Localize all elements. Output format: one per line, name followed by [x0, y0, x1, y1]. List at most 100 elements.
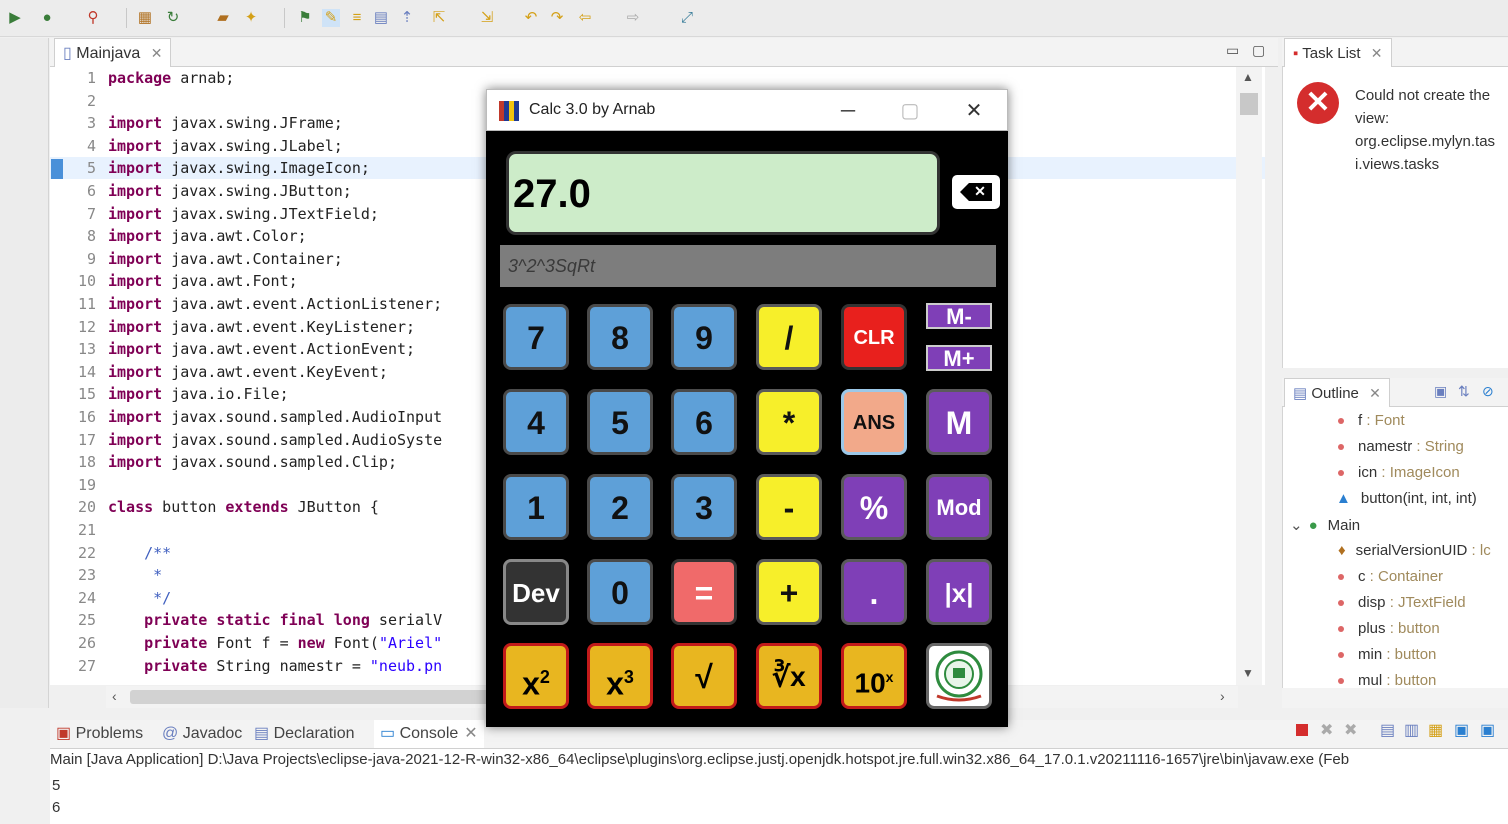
dev-button[interactable]: Dev: [503, 559, 569, 625]
outline-item[interactable]: mul : button: [1338, 672, 1436, 689]
run-icon[interactable]: ▶: [6, 9, 24, 27]
sqrt-button[interactable]: √: [671, 643, 737, 709]
maximize-icon[interactable]: ▢: [1252, 42, 1265, 59]
outline-item[interactable]: min : button: [1338, 646, 1436, 663]
equals-button[interactable]: =: [671, 559, 737, 625]
wand-icon[interactable]: ✦: [242, 9, 260, 27]
close-icon[interactable]: ✕: [464, 725, 477, 742]
key-4[interactable]: 4: [503, 389, 569, 455]
filter-icon[interactable]: ▤: [372, 9, 390, 27]
maximize-button[interactable]: ▢: [895, 96, 925, 126]
pin-icon[interactable]: ⚑: [296, 9, 314, 27]
nav-icon[interactable]: ⇡: [398, 9, 416, 27]
percent-button[interactable]: %: [841, 474, 907, 540]
scroll-thumb[interactable]: [130, 690, 510, 704]
scroll-lock-icon[interactable]: ▥: [1404, 720, 1419, 740]
terminate-icon[interactable]: [1296, 724, 1308, 736]
close-button[interactable]: ✕: [959, 96, 989, 126]
outline-item[interactable]: disp : JTextField: [1338, 594, 1466, 611]
add-button[interactable]: +: [756, 559, 822, 625]
scroll-right-icon[interactable]: ›: [1220, 688, 1225, 704]
tab-outline[interactable]: ▤ Outline ✕: [1284, 378, 1390, 407]
folder-icon[interactable]: ▰: [214, 9, 232, 27]
outline-item[interactable]: f : Font: [1338, 412, 1405, 429]
cube-button[interactable]: x3: [587, 643, 653, 709]
outline-item[interactable]: icn : ImageIcon: [1338, 464, 1460, 481]
console-output[interactable]: Main [Java Application] D:\Java Projects…: [50, 749, 1508, 824]
sort-icon[interactable]: ⇅: [1458, 383, 1470, 400]
key-3[interactable]: 3: [671, 474, 737, 540]
list-icon[interactable]: ≡: [348, 9, 366, 27]
scroll-down-icon[interactable]: ▼: [1242, 666, 1254, 680]
key-5[interactable]: 5: [587, 389, 653, 455]
prev-edit-icon[interactable]: ⇦: [576, 9, 594, 27]
cube-root-button[interactable]: ∛x: [756, 643, 822, 709]
divide-button[interactable]: /: [756, 304, 822, 370]
close-icon[interactable]: ✕: [151, 45, 163, 61]
tab-declaration[interactable]: ▤ Declaration: [254, 720, 355, 748]
answer-button[interactable]: ANS: [841, 389, 907, 455]
forward-icon[interactable]: ⇲: [478, 9, 496, 27]
outline-horizontal-scrollbar[interactable]: [1282, 688, 1508, 708]
outline-item[interactable]: ⌄ ● Main: [1290, 516, 1360, 534]
outline-item[interactable]: c : Container: [1338, 568, 1443, 585]
memory-minus-button[interactable]: M-: [926, 303, 992, 329]
hide-fields-icon[interactable]: ⊘: [1482, 383, 1494, 400]
emblem-button[interactable]: [926, 643, 992, 709]
calculator-window[interactable]: Calc 3.0 by Arnab ─ ▢ ✕ 27.0 ✕ 3^2^3SqRt…: [486, 89, 1008, 727]
debug-icon[interactable]: ●: [38, 9, 56, 27]
minimize-button[interactable]: ─: [833, 96, 863, 126]
prev-icon[interactable]: ↶: [522, 9, 540, 27]
search-icon[interactable]: ⚲: [84, 9, 102, 27]
scroll-up-icon[interactable]: ▲: [1242, 70, 1254, 84]
key-6[interactable]: 6: [671, 389, 737, 455]
outline-item[interactable]: ▲ button(int, int, int): [1336, 490, 1477, 507]
tab-main-java[interactable]: ▯ Mainjava ✕: [54, 38, 172, 67]
highlight-icon[interactable]: ✎: [322, 9, 340, 27]
memory-button[interactable]: M: [926, 389, 992, 455]
power-of-ten-button[interactable]: 10x: [841, 643, 907, 709]
calculator-display[interactable]: 27.0: [506, 151, 940, 235]
outline-item[interactable]: plus : button: [1338, 620, 1440, 637]
key-0[interactable]: 0: [587, 559, 653, 625]
key-7[interactable]: 7: [503, 304, 569, 370]
back-icon[interactable]: ⇱: [430, 9, 448, 27]
absolute-button[interactable]: |x|: [926, 559, 992, 625]
key-9[interactable]: 9: [671, 304, 737, 370]
tab-javadoc[interactable]: @ Javadoc: [162, 720, 242, 748]
tab-task-list[interactable]: ▪ Task List ✕: [1284, 38, 1392, 67]
clear-button[interactable]: CLR: [841, 304, 907, 370]
multiply-button[interactable]: *: [756, 389, 822, 455]
minimize-icon[interactable]: ▭: [1226, 42, 1239, 59]
square-button[interactable]: x2: [503, 643, 569, 709]
calculator-title-bar[interactable]: Calc 3.0 by Arnab ─ ▢ ✕: [486, 89, 1008, 131]
word-wrap-icon[interactable]: ▦: [1428, 720, 1443, 740]
key-2[interactable]: 2: [587, 474, 653, 540]
pin-console-icon[interactable]: ▣: [1454, 720, 1469, 740]
decimal-button[interactable]: .: [841, 559, 907, 625]
subtract-button[interactable]: -: [756, 474, 822, 540]
outline-item[interactable]: namestr : String: [1338, 438, 1464, 455]
refresh-icon[interactable]: ↻: [164, 9, 182, 27]
next-icon[interactable]: ↷: [548, 9, 566, 27]
display-console-icon[interactable]: ▣: [1480, 720, 1495, 740]
chevron-down-icon[interactable]: ⌄: [1290, 517, 1303, 534]
outline-item[interactable]: ♦ serialVersionUID : lc: [1338, 542, 1491, 559]
remove-launch-icon[interactable]: ✖: [1320, 720, 1333, 740]
open-icon[interactable]: ⤢: [678, 9, 696, 27]
memory-plus-button[interactable]: M+: [926, 345, 992, 371]
close-icon[interactable]: ✕: [1369, 385, 1381, 401]
collapse-all-icon[interactable]: ▣: [1434, 383, 1447, 400]
scroll-thumb[interactable]: [1240, 93, 1258, 115]
scroll-left-icon[interactable]: ‹: [112, 688, 117, 704]
next-edit-icon[interactable]: ⇨: [624, 9, 642, 27]
editor-vertical-scrollbar[interactable]: [1236, 67, 1262, 685]
tab-console[interactable]: ▭ Console ✕: [374, 720, 484, 748]
tab-problems[interactable]: ▣ Problems: [56, 720, 143, 748]
modulo-button[interactable]: Mod: [926, 474, 992, 540]
remove-all-icon[interactable]: ✖: [1344, 720, 1357, 740]
package-icon[interactable]: ▦: [136, 9, 154, 27]
key-1[interactable]: 1: [503, 474, 569, 540]
clear-console-icon[interactable]: ▤: [1380, 720, 1395, 740]
key-8[interactable]: 8: [587, 304, 653, 370]
